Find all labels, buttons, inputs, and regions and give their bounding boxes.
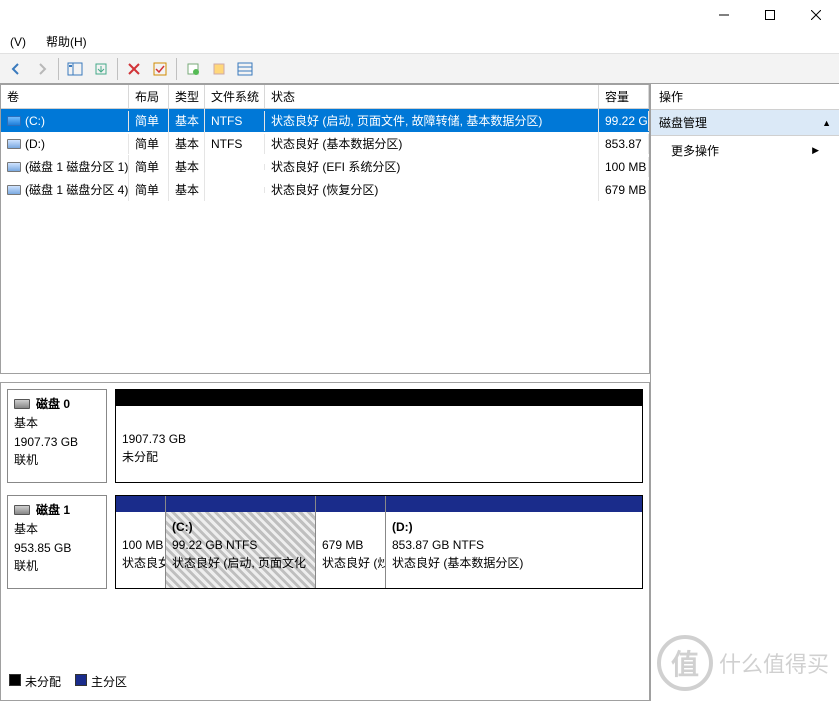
- volume-row[interactable]: (磁盘 1 磁盘分区 1)简单基本状态良好 (EFI 系统分区)100 MB: [1, 155, 649, 178]
- drive-icon: [7, 162, 21, 172]
- chevron-right-icon: ▶: [812, 145, 819, 156]
- menu-view[interactable]: (V): [4, 33, 32, 51]
- drive-icon: [7, 116, 21, 126]
- partition[interactable]: 679 MB状态良好 (炒: [316, 496, 386, 588]
- actions-title[interactable]: 磁盘管理 ▲: [651, 110, 839, 136]
- disk-partitions: 1907.73 GB未分配: [115, 389, 643, 483]
- volume-row[interactable]: (C:)简单基本NTFS状态良好 (启动, 页面文件, 故障转储, 基本数据分区…: [1, 109, 649, 132]
- maximize-button[interactable]: [747, 0, 793, 30]
- partition[interactable]: 100 MB状态良女: [116, 496, 166, 588]
- partition[interactable]: (D:)853.87 GB NTFS状态良好 (基本数据分区): [386, 496, 642, 588]
- legend-unallocated-label: 未分配: [25, 675, 61, 689]
- actions-pane: 操作 磁盘管理 ▲ 更多操作 ▶: [651, 84, 839, 701]
- collapse-up-icon: ▲: [822, 118, 831, 128]
- export-list-icon[interactable]: [89, 57, 113, 81]
- legend-primary-swatch: [75, 674, 87, 686]
- disk-info[interactable]: 磁盘 0基本1907.73 GB联机: [7, 389, 107, 483]
- volume-row[interactable]: (磁盘 1 磁盘分区 4)简单基本状态良好 (恢复分区)679 MB: [1, 178, 649, 201]
- col-filesystem[interactable]: 文件系统: [205, 85, 265, 108]
- col-type[interactable]: 类型: [169, 85, 205, 108]
- col-volume[interactable]: 卷: [1, 85, 129, 108]
- volume-list[interactable]: 卷 布局 类型 文件系统 状态 容量 (C:)简单基本NTFS状态良好 (启动,…: [0, 84, 650, 374]
- actions-more-label: 更多操作: [671, 142, 719, 159]
- list-view-icon[interactable]: [233, 57, 257, 81]
- minimize-button[interactable]: [701, 0, 747, 30]
- actions-more[interactable]: 更多操作 ▶: [651, 136, 839, 165]
- col-capacity[interactable]: 容量: [599, 85, 649, 108]
- hdd-icon: [14, 399, 30, 409]
- menu-help[interactable]: 帮助(H): [40, 31, 93, 52]
- properties-icon[interactable]: [181, 57, 205, 81]
- disk-partitions: 100 MB状态良女(C:)99.22 GB NTFS状态良好 (启动, 页面文…: [115, 495, 643, 589]
- refresh-icon[interactable]: [207, 57, 231, 81]
- window-controls: [0, 0, 839, 30]
- legend: 未分配 主分区: [7, 669, 643, 694]
- nav-back-icon[interactable]: [4, 57, 28, 81]
- col-status[interactable]: 状态: [265, 85, 599, 108]
- actions-header: 操作: [651, 84, 839, 110]
- close-button[interactable]: [793, 0, 839, 30]
- hdd-icon: [14, 505, 30, 515]
- toolbar: [0, 54, 839, 84]
- legend-unallocated-swatch: [9, 674, 21, 686]
- partition[interactable]: (C:)99.22 GB NTFS状态良好 (启动, 页面文化: [166, 496, 316, 588]
- disk-graphical-view: 磁盘 0基本1907.73 GB联机1907.73 GB未分配磁盘 1基本953…: [0, 382, 650, 701]
- col-layout[interactable]: 布局: [129, 85, 169, 108]
- nav-forward-icon[interactable]: [30, 57, 54, 81]
- legend-primary-label: 主分区: [91, 675, 127, 689]
- disk-info[interactable]: 磁盘 1基本953.85 GB联机: [7, 495, 107, 589]
- show-hide-tree-icon[interactable]: [63, 57, 87, 81]
- drive-icon: [7, 139, 21, 149]
- actions-title-label: 磁盘管理: [659, 114, 707, 131]
- delete-icon[interactable]: [122, 57, 146, 81]
- disk-row: 磁盘 0基本1907.73 GB联机1907.73 GB未分配: [7, 389, 643, 483]
- partition[interactable]: 1907.73 GB未分配: [116, 390, 642, 482]
- drive-icon: [7, 185, 21, 195]
- volume-row[interactable]: (D:)简单基本NTFS状态良好 (基本数据分区)853.87: [1, 132, 649, 155]
- checkmark-icon[interactable]: [148, 57, 172, 81]
- disk-row: 磁盘 1基本953.85 GB联机100 MB状态良女(C:)99.22 GB …: [7, 495, 643, 589]
- menu-bar: (V) 帮助(H): [0, 30, 839, 54]
